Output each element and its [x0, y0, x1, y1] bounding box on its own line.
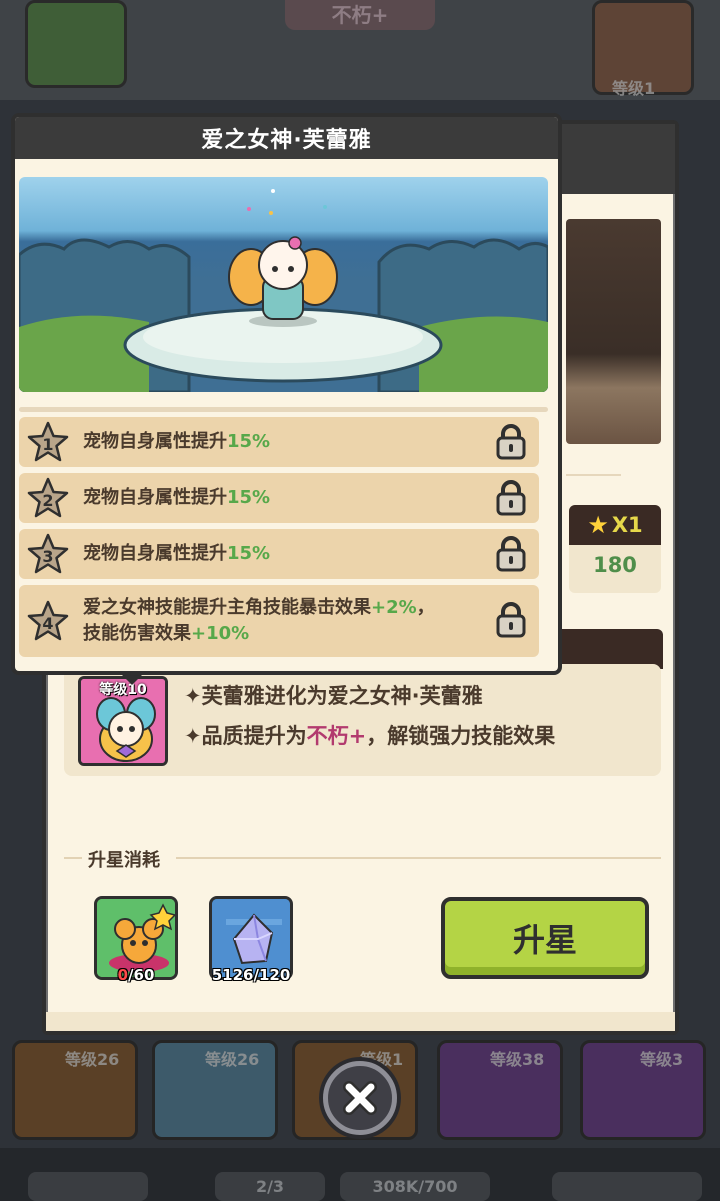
star-level-3-icon: 3 — [27, 533, 69, 574]
popup-title: 爱之女神·芙蕾雅 — [201, 128, 372, 153]
background-rarity-tag: 不朽+ — [285, 0, 435, 30]
skill-row: 4 爱之女神技能提升主角技能暴击效果+2%， 技能伤害效果+10% — [19, 585, 539, 657]
star-level-2-icon: 2 — [27, 477, 69, 518]
lock-icon — [496, 602, 526, 638]
evolution-line-2: ✦品质提升为不朽+，解锁强力技能效果 — [184, 724, 556, 748]
skill-row: 3 宠物自身属性提升15% — [19, 529, 539, 579]
pet-shard-count: 0/60 — [117, 966, 155, 984]
pet-showcase-scene — [19, 177, 548, 392]
svg-text:1: 1 — [42, 435, 53, 454]
background-back-pill[interactable] — [28, 1172, 148, 1201]
skill-desc: 宠物自身属性提升15% — [83, 543, 271, 564]
background-grid-level: 等级26 — [65, 1050, 120, 1069]
svg-text:4: 4 — [42, 614, 53, 633]
lock-icon — [496, 536, 526, 572]
panel-bottom-edge — [46, 1012, 675, 1031]
background-grid-level: 等级38 — [490, 1050, 545, 1069]
background-pet-card-left — [25, 0, 127, 88]
background-count-pill: 2/3 — [215, 1172, 325, 1201]
pet-info-popup: 爱之女神·芙蕾雅 1 宠物自身属性提升15% 2 宠物自身属性提升15% 3 宠… — [11, 113, 562, 675]
section-header-strip — [556, 629, 663, 669]
popup-pointer — [118, 671, 146, 685]
evolution-info-box: 等级10 ✦芙蕾雅进化为爱之女神·芙蕾雅 ✦品质提升为不朽+，解锁强力技能效果 — [64, 664, 661, 776]
close-icon — [343, 1081, 377, 1115]
evolution-line-1: ✦芙蕾雅进化为爱之女神·芙蕾雅 — [184, 684, 483, 708]
background-level-tag: 等级1 — [612, 79, 656, 98]
svg-text:3: 3 — [42, 547, 53, 566]
quality-label: 不朽+ — [306, 724, 367, 748]
star-level-4-icon: 4 — [27, 600, 69, 641]
divider — [566, 474, 621, 476]
skill-desc: 宠物自身属性提升15% — [83, 487, 271, 508]
crystal-count: 5126/120 — [211, 966, 291, 984]
close-button[interactable] — [323, 1061, 397, 1135]
star-up-button[interactable]: 升星 — [441, 897, 649, 979]
background-resource-pill: 308K/700 — [340, 1172, 490, 1201]
cost-title: 升星消耗 — [88, 850, 160, 871]
svg-text:2: 2 — [42, 491, 53, 510]
star-icon: ★ — [587, 511, 609, 539]
popup-title-bar: 爱之女神·芙蕾雅 — [15, 117, 558, 159]
star-cost-value: 180 — [593, 553, 637, 577]
pet-avatar[interactable]: 等级10 — [78, 676, 168, 766]
background-right-pill[interactable] — [552, 1172, 702, 1201]
lock-icon — [496, 480, 526, 516]
star-cost-box: ★ X1 180 — [569, 505, 661, 593]
skill-row: 2 宠物自身属性提升15% — [19, 473, 539, 523]
lock-icon — [496, 424, 526, 460]
showcase-illustration — [19, 189, 548, 392]
pet-preview-image — [566, 219, 661, 444]
star-multiplier: X1 — [611, 513, 643, 537]
star-level-1-icon: 1 — [27, 421, 69, 462]
background-grid-level: 等级26 — [205, 1050, 260, 1069]
skill-desc: 爱之女神技能提升主角技能暴击效果+2%， 技能伤害效果+10% — [83, 597, 435, 644]
background-grid-level: 等级3 — [640, 1050, 684, 1069]
skill-row: 1 宠物自身属性提升15% — [19, 417, 539, 467]
cost-section-header: 升星消耗 — [64, 846, 661, 871]
skill-desc: 宠物自身属性提升15% — [83, 431, 271, 452]
scroll-indicator — [19, 407, 548, 412]
